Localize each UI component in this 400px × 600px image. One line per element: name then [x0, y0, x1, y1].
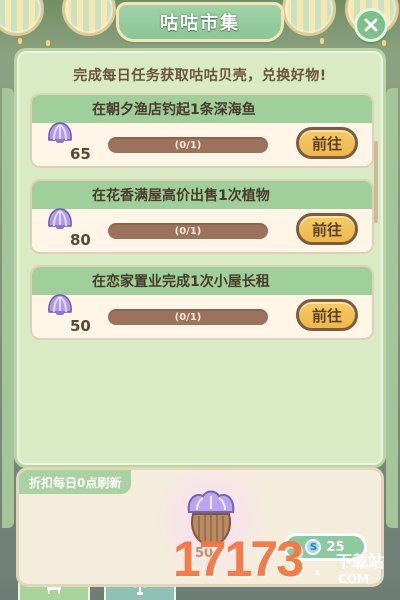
- task-progress-bar: (0/1): [108, 223, 268, 239]
- go-button[interactable]: 前往: [296, 127, 358, 159]
- close-icon: [364, 18, 378, 32]
- task-progress-text: (0/1): [174, 139, 202, 151]
- title-banner: 咕咕市集: [116, 2, 284, 42]
- reward-amount: 65: [70, 145, 91, 163]
- task-panel: 完成每日任务获取咕咕贝壳，兑换好物! 在朝夕渔店钓起1条深海鱼 65 (0/1)…: [14, 48, 386, 468]
- title-plate: 咕咕市集: [116, 2, 284, 42]
- task-title: 在恋家置业完成1次小屋长租: [32, 267, 372, 295]
- task-card: 在花香满屋高价出售1次植物 80 (0/1) 前往: [30, 179, 374, 254]
- watermark-com: COM: [338, 572, 369, 586]
- watermark-site: 下载站: [336, 552, 385, 571]
- task-progress-text: (0/1): [174, 311, 202, 323]
- go-button[interactable]: 前往: [296, 299, 358, 331]
- task-progress-bar: (0/1): [108, 137, 268, 153]
- watermark-brand: 17173: [173, 531, 304, 587]
- page-title: 咕咕市集: [160, 13, 240, 34]
- left-rail: [2, 88, 14, 528]
- watermark-dot: .: [313, 553, 323, 581]
- task-title: 在花香满屋高价出售1次植物: [32, 181, 372, 209]
- task-progress-bar: (0/1): [108, 309, 268, 325]
- task-subtitle: 完成每日任务获取咕咕贝壳，兑换好物!: [73, 68, 327, 84]
- task-card: 在朝夕渔店钓起1条深海鱼 65 (0/1) 前往: [30, 93, 374, 168]
- refresh-notice: 折扣每日0点刷新: [19, 470, 132, 494]
- task-title: 在朝夕渔店钓起1条深海鱼: [32, 95, 372, 123]
- close-button[interactable]: [354, 8, 388, 42]
- go-button[interactable]: 前往: [296, 213, 358, 245]
- right-rail: [386, 88, 398, 528]
- reward-amount: 80: [70, 231, 91, 249]
- reward-amount: 50: [70, 317, 91, 335]
- task-card: 在恋家置业完成1次小屋长租 50 (0/1) 前往: [30, 265, 374, 340]
- scrollbar[interactable]: [374, 141, 378, 223]
- task-progress-text: (0/1): [174, 225, 202, 237]
